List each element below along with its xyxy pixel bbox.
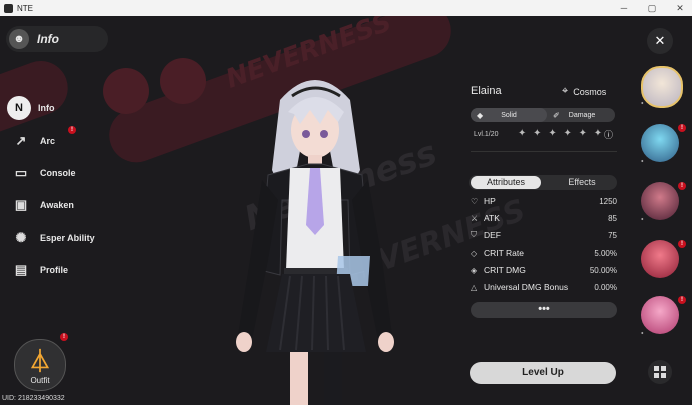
outfit-button[interactable]: ⏃ Outfit [14, 339, 66, 391]
nav-label: Esper Ability [40, 233, 95, 243]
nav-item-console[interactable]: ▭ Console [6, 159, 126, 187]
notification-badge: ! [60, 333, 68, 341]
nav-item-awaken[interactable]: ▣ Awaken [6, 191, 126, 219]
stat-value: 1250 [599, 196, 617, 206]
stat-row: ⛉ DEF 75 [471, 228, 617, 242]
nav-item-profile[interactable]: ▤ Profile [6, 256, 126, 284]
stat-value: 50.00% [589, 265, 617, 275]
game-scene: NEVERNESS Neverness NEVERNESS ☻ Info N I… [0, 16, 692, 405]
info-header-icon: ☻ [9, 29, 29, 49]
stat-value: 0.00% [594, 282, 617, 292]
character-portrait[interactable] [641, 296, 679, 334]
nav-label: Profile [40, 265, 69, 275]
window-titlebar: NTE ─ ▢ ✕ [0, 0, 692, 16]
atk-icon: ⚔ [471, 213, 479, 223]
tag-solid: ◆ Solid [471, 108, 547, 122]
stat-row: ◇ CRIT Rate 5.00% [471, 246, 617, 260]
maximize-button[interactable]: ▢ [640, 0, 664, 16]
page-header: ☻ Info [6, 26, 108, 52]
page-title: Info [37, 32, 59, 46]
grid-view-button[interactable] [648, 360, 672, 384]
stat-row: ♡ HP 1250 [471, 194, 617, 208]
stat-value: 85 [608, 213, 617, 223]
tag-label: Solid [501, 111, 517, 119]
lock-icon: ⬩ [641, 158, 644, 165]
cosmos-icon: ⌖ [562, 85, 569, 97]
def-icon: ⛉ [471, 230, 477, 239]
faction-name: Cosmos [573, 86, 607, 97]
crit-rate-icon: ◇ [471, 248, 478, 258]
damage-icon: ✐ [553, 110, 560, 120]
lock-icon: ⬩ [641, 216, 644, 223]
character-name: Elaina [471, 85, 502, 97]
stat-label: DEF [484, 230, 501, 240]
stat-value: 5.00% [594, 248, 617, 258]
stat-row: ⚔ ATK 85 [471, 211, 617, 225]
crit-dmg-icon: ◈ [471, 265, 478, 275]
nav-label: Info [38, 103, 55, 113]
minimize-button[interactable]: ─ [612, 0, 636, 16]
lock-icon: ⬩ [641, 330, 644, 337]
character-portrait[interactable] [641, 240, 679, 278]
grid-icon [654, 366, 666, 378]
tab-attributes[interactable]: Attributes [471, 176, 541, 189]
app-logo-icon [4, 3, 13, 13]
hp-icon: ♡ [471, 196, 479, 206]
notification-badge: ! [678, 124, 686, 132]
nav-label: Console [40, 168, 76, 178]
notification-badge: ! [678, 182, 686, 190]
nav-item-arc[interactable]: ↗ Arc [6, 127, 126, 155]
console-icon: ▭ [14, 165, 28, 180]
window-title: NTE [17, 3, 33, 13]
awaken-icon: ▣ [14, 197, 28, 212]
stat-row: ◈ CRIT DMG 50.00% [471, 263, 617, 277]
tag-label: Damage [568, 111, 596, 119]
character-model [236, 80, 394, 405]
profile-icon: ▤ [14, 262, 28, 277]
character-portrait[interactable] [641, 124, 679, 162]
notification-badge: ! [678, 296, 686, 304]
tab-effects[interactable]: Effects [549, 176, 615, 189]
stat-label: Universal DMG Bonus [484, 282, 569, 292]
more-stats-button[interactable]: ••• [471, 302, 617, 318]
nav-label: Awaken [40, 200, 74, 210]
nav-label: Arc [40, 136, 56, 146]
arc-icon: ↗ [15, 133, 27, 148]
stat-label: CRIT Rate [484, 248, 524, 258]
stat-label: HP [484, 196, 496, 206]
stat-value: 75 [608, 230, 617, 240]
info-icon: N [7, 96, 31, 120]
stat-label: CRIT DMG [484, 265, 526, 275]
dmg-bonus-icon: △ [471, 282, 478, 292]
outfit-label: Outfit [30, 376, 50, 385]
level-info-icon[interactable]: ⓘ [604, 128, 613, 141]
faction: ⌖ Cosmos [562, 85, 606, 98]
window-close-button[interactable]: ✕ [668, 0, 692, 16]
stat-row: △ Universal DMG Bonus 0.00% [471, 280, 617, 294]
solid-icon: ◆ [477, 110, 484, 120]
outfit-hanger-icon: ⏃ [28, 349, 51, 374]
nav-item-info[interactable]: N Info [4, 94, 124, 122]
close-button[interactable]: ✕ [647, 28, 673, 54]
lock-icon: ⬩ [641, 100, 644, 107]
character-portrait[interactable] [641, 182, 679, 220]
notification-badge: ! [678, 240, 686, 248]
star-rank: ✦ ✦ ✦ ✦ ✦ ✦ [518, 128, 605, 139]
tag-damage: ✐ Damage [549, 108, 615, 122]
background-emblem-icon [160, 58, 206, 104]
esper-ability-icon: ✺ [15, 230, 27, 245]
character-tags: ◆ Solid ✐ Damage [471, 108, 615, 122]
stat-label: ATK [484, 213, 500, 223]
nav-item-esper-ability[interactable]: ✺ Esper Ability [6, 224, 126, 252]
user-id: UID: 218233490332 [2, 395, 65, 402]
character-level: Lvl.1/20 [474, 131, 499, 138]
attribute-tabs: Attributes Effects [469, 175, 617, 190]
notification-badge: ! [68, 126, 76, 134]
divider [471, 151, 617, 152]
level-up-button[interactable]: Level Up [470, 362, 616, 384]
